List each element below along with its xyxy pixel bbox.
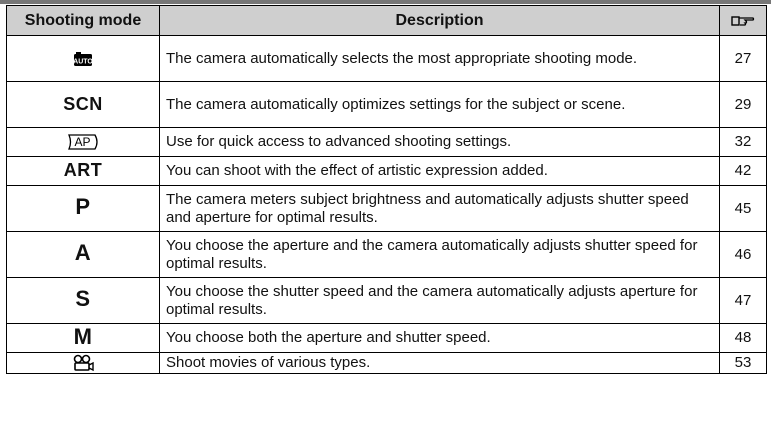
page-reference-hand-icon [731,16,755,26]
mode-cell: SCN [6,81,160,128]
mode-cell: M [6,323,160,353]
auto-camera-icon: AUTO [73,51,93,66]
description-cell: You choose the aperture and the camera a… [159,231,720,278]
table-row: AUTO The camera automatically selects th… [6,35,767,82]
description-cell: You choose both the aperture and shutter… [159,323,720,353]
header-page-reference [719,5,767,36]
table-row: M You choose both the aperture and shutt… [6,323,767,353]
description-cell: The camera meters subject brightness and… [159,185,720,232]
description-cell: The camera automatically optimizes setti… [159,81,720,128]
header-rule [0,0,771,4]
document-page: Shooting mode Description AUTO The camer… [0,0,771,425]
ap-advanced-photo-icon: AP [68,134,98,150]
page-number: 42 [719,156,767,186]
page-number: 48 [719,323,767,353]
shooting-mode-table: Shooting mode Description AUTO The camer… [6,5,767,374]
mode-cell: AP [6,127,160,157]
header-shooting-mode: Shooting mode [6,5,160,36]
mode-cell: A [6,231,160,278]
table-row: SCN The camera automatically optimizes s… [6,81,767,128]
mode-cell: P [6,185,160,232]
page-number: 46 [719,231,767,278]
page-number: 53 [719,352,767,374]
ap-label: AP [74,135,90,149]
mode-label: M [73,323,93,349]
mode-label: S [75,286,91,311]
mode-cell [6,352,160,374]
table-header-row: Shooting mode Description [6,5,767,36]
description-cell: Use for quick access to advanced shootin… [159,127,720,157]
mode-label: SCN [63,93,103,114]
description-cell: The camera automatically selects the mos… [159,35,720,82]
table-row: AP Use for quick access to advanced shoo… [6,127,767,157]
table-row: S You choose the shutter speed and the c… [6,277,767,324]
mode-label: A [74,240,92,265]
mode-cell: ART [6,156,160,186]
description-cell: You can shoot with the effect of artisti… [159,156,720,186]
table-row: ART You can shoot with the effect of art… [6,156,767,186]
svg-text:AUTO: AUTO [73,58,93,65]
table-row: P The camera meters subject brightness a… [6,185,767,232]
page-number: 47 [719,277,767,324]
mode-cell: AUTO [6,35,160,82]
table-row: Shoot movies of various types. 53 [6,352,767,374]
mode-label: ART [63,160,103,180]
page-number: 27 [719,35,767,82]
mode-cell: S [6,277,160,324]
table-row: A You choose the aperture and the camera… [6,231,767,278]
page-number: 32 [719,127,767,157]
page-number: 29 [719,81,767,128]
mode-label: P [75,194,91,219]
movie-camera-icon [73,354,94,372]
header-description: Description [159,5,720,36]
description-cell: Shoot movies of various types. [159,352,720,374]
description-cell: You choose the shutter speed and the cam… [159,277,720,324]
page-number: 45 [719,185,767,232]
